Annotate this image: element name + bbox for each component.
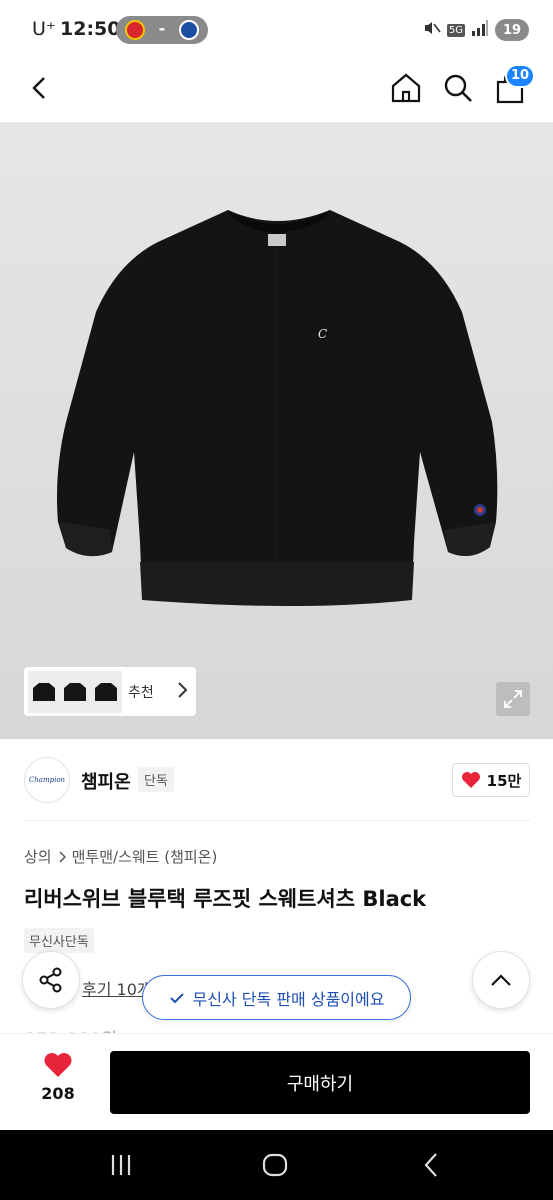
back-nav-button[interactable] (414, 1148, 448, 1182)
app-header: 10 (0, 60, 553, 186)
cart-count-badge: 10 (505, 64, 536, 88)
recommendation-label: 추천 (128, 684, 154, 701)
thumb-image (32, 682, 55, 701)
back-arrow-icon (32, 77, 45, 99)
toast-message: 무신사 단독 판매 상품이에요 (192, 989, 385, 1009)
system-nav-bar (0, 1130, 553, 1200)
share-icon (39, 967, 62, 993)
recommendation-box[interactable]: 추천 (24, 667, 196, 716)
chevron-right-icon (176, 681, 188, 703)
heart-icon (461, 772, 480, 788)
exclusive-toast: 무신사 단독 판매 상품이에요 (142, 975, 411, 1020)
buy-button[interactable]: 구매하기 (110, 1051, 530, 1114)
exclusive-tag: 단독 (138, 767, 174, 792)
musinsa-exclusive-tag: 무신사단독 (24, 928, 94, 953)
product-photo: C (57, 210, 498, 606)
home-nav-button[interactable] (258, 1148, 292, 1182)
product-image-gallery[interactable]: C 추천 (0, 122, 553, 739)
back-nav-icon (424, 1153, 437, 1177)
live-score-pill[interactable]: - (116, 16, 208, 44)
away-team-crest-icon (179, 20, 199, 40)
recent-apps-icon (111, 1155, 131, 1175)
search-button[interactable] (436, 66, 480, 110)
brand-row: Champion 챔피온 단독 15만 (0, 739, 553, 821)
brand-like-count: 15만 (486, 771, 522, 790)
home-button[interactable] (384, 66, 428, 110)
expand-icon (504, 690, 522, 708)
product-like-count: 208 (41, 1084, 75, 1103)
product-like-button[interactable]: 208 (30, 1052, 86, 1103)
breadcrumb: 상의 맨투맨/스웨트 (챔피온) (24, 846, 217, 867)
score-separator: - (158, 19, 166, 38)
scroll-top-button[interactable] (472, 951, 530, 1009)
heart-icon (44, 1053, 72, 1077)
home-icon (391, 73, 421, 103)
purchase-bar: 208 구매하기 (0, 1033, 553, 1130)
product-title: 리버스위브 블루택 루즈핏 스웨트셔츠 Black (24, 887, 427, 911)
brand-name[interactable]: 챔피온 (81, 768, 131, 794)
expand-image-button[interactable] (496, 682, 530, 716)
recommendation-thumbnails (28, 670, 122, 713)
search-icon (444, 74, 472, 102)
chevron-right-icon (59, 850, 66, 863)
check-icon (169, 992, 184, 1003)
thumb-image (95, 682, 118, 701)
mute-icon (423, 19, 441, 41)
clock: 12:50 (60, 18, 121, 40)
chevron-up-icon (491, 974, 511, 986)
home-nav-icon (262, 1153, 288, 1177)
share-button[interactable] (22, 951, 80, 1009)
brand-logo-text: Champion (28, 776, 66, 784)
breadcrumb-subcategory[interactable]: 맨투맨/스웨트 (챔피온) (72, 846, 218, 867)
battery-indicator: 19 (495, 19, 529, 41)
brand-logo[interactable]: Champion (24, 757, 70, 803)
home-team-crest-icon (125, 20, 145, 40)
back-button[interactable] (18, 66, 62, 110)
recent-apps-button[interactable] (104, 1148, 138, 1182)
status-icons: 5G 19 (423, 18, 529, 42)
carrier-label: U⁺ (32, 18, 56, 40)
breadcrumb-category[interactable]: 상의 (24, 846, 52, 867)
status-bar: U⁺ 12:50 - 5G 19 (0, 0, 553, 60)
divider (24, 820, 530, 821)
thumb-image (63, 682, 86, 701)
product-price: 159,000원 (24, 1025, 117, 1033)
signal-icon (471, 20, 489, 40)
network-label: 5G (446, 23, 465, 37)
brand-like-button[interactable]: 15만 (452, 763, 530, 797)
svg-text:C: C (318, 327, 327, 341)
